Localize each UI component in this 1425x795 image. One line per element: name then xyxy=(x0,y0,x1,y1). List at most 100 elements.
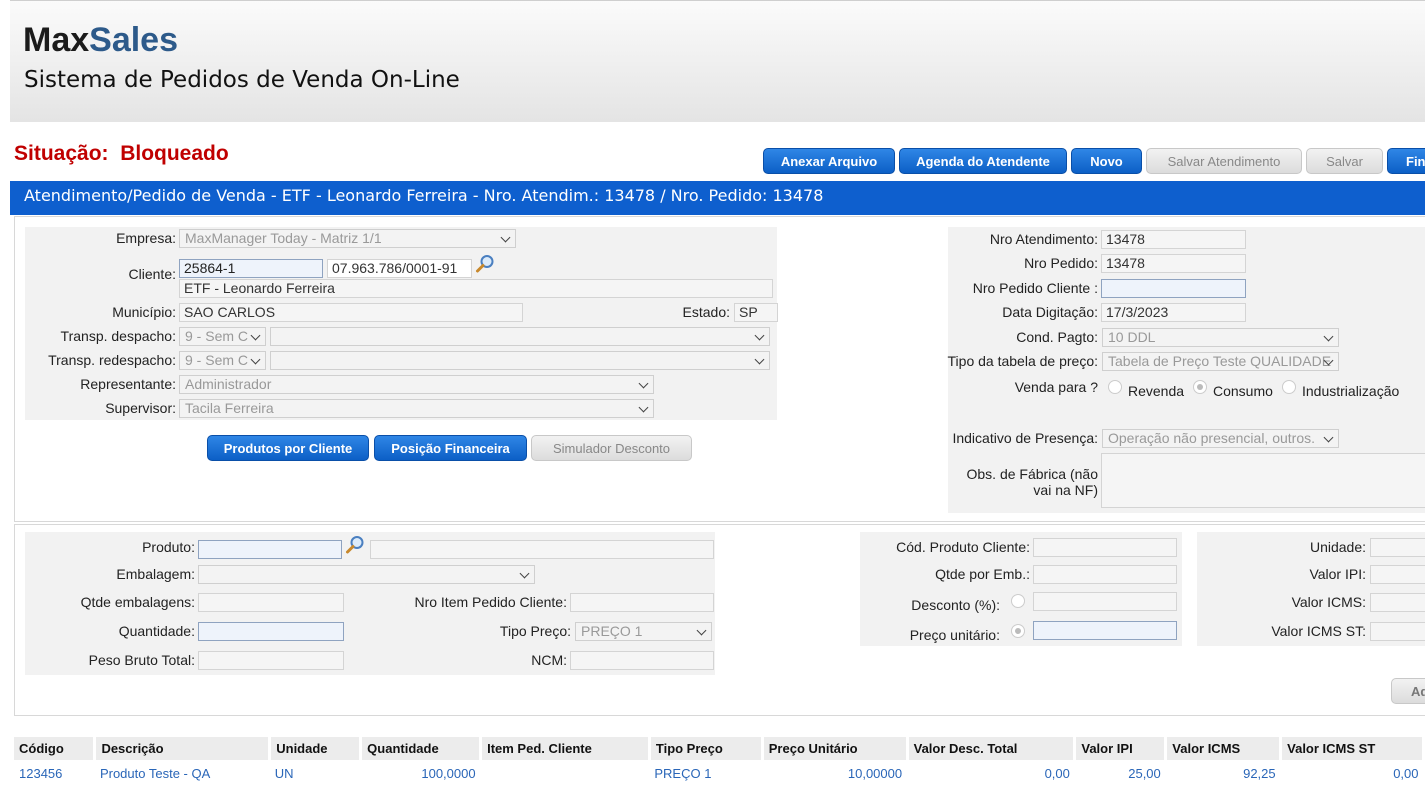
agenda-atendente-button[interactable]: Agenda do Atendente xyxy=(899,148,1067,174)
indicativo-presenca-label: Indicativo de Presença: xyxy=(952,430,1098,446)
col-header-valor-desc-total[interactable]: Valor Desc. Total xyxy=(907,737,1077,760)
search-product-icon[interactable] xyxy=(345,535,365,555)
cell-tipo-preco: PREÇO 1 xyxy=(654,765,712,781)
col-header-item-ped-cliente[interactable]: Item Ped. Cliente xyxy=(480,737,651,760)
revenda-radio[interactable] xyxy=(1108,380,1122,394)
tipo-preco-label: Tipo Preço: xyxy=(499,623,571,639)
estado-label: Estado: xyxy=(682,304,730,320)
cliente-code-input[interactable]: 25864-1 xyxy=(179,259,323,278)
maxsales-logo: MaxSales xyxy=(23,21,178,59)
valor-ipi-field xyxy=(1370,565,1425,584)
nro-item-pedido-cliente-field[interactable] xyxy=(570,593,714,612)
col-header-valor-ipi[interactable]: Valor IPI xyxy=(1074,737,1168,760)
preco-unitario-input[interactable] xyxy=(1033,621,1177,640)
col-header-quantidade[interactable]: Quantidade xyxy=(360,737,483,760)
col-header-preco-unitario[interactable]: Preço Unitário xyxy=(762,737,909,760)
unidade-label: Unidade: xyxy=(1309,539,1366,555)
cell-item-ped-cliente xyxy=(481,760,650,786)
page-title: Atendimento/Pedido de Venda - ETF - Leon… xyxy=(10,181,1425,215)
qtde-embalagens-label: Qtde embalagens: xyxy=(80,594,195,610)
produto-label: Produto: xyxy=(142,539,195,555)
qtde-por-emb-label: Qtde por Emb.: xyxy=(935,566,1030,582)
col-header-unidade[interactable]: Unidade xyxy=(269,737,363,760)
quantidade-input[interactable] xyxy=(198,622,344,641)
indicativo-presenca-select[interactable]: Operação não presencial, outros. xyxy=(1102,429,1339,448)
desconto-field[interactable] xyxy=(1033,592,1177,611)
obs-fabrica-textarea[interactable] xyxy=(1101,453,1425,508)
valor-icms-st-label: Valor ICMS ST: xyxy=(1271,623,1366,639)
desconto-label: Desconto (%): xyxy=(911,597,1000,613)
cliente-name-field: ETF - Leonardo Ferreira xyxy=(179,279,773,298)
municipio-field: SAO CARLOS xyxy=(179,303,523,322)
cell-valor-icms-st: 0,00 xyxy=(1393,765,1419,781)
unidade-field xyxy=(1370,538,1425,557)
supervisor-select[interactable]: Tacila Ferreira xyxy=(179,399,654,418)
status-line: Situação: Bloqueado xyxy=(14,142,229,166)
novo-button[interactable]: Novo xyxy=(1071,148,1142,174)
data-digitacao-field: 17/3/2023 xyxy=(1101,303,1246,322)
ncm-field xyxy=(570,651,714,670)
industrializacao-label: Industrialização xyxy=(1302,383,1400,399)
municipio-label: Município: xyxy=(112,304,176,320)
representante-select[interactable]: Administrador xyxy=(179,375,654,394)
cod-produto-cliente-label: Cód. Produto Cliente: xyxy=(896,539,1030,555)
peso-bruto-field xyxy=(198,651,344,670)
qtde-embalagens-field xyxy=(198,593,344,612)
col-header-valor-icms[interactable]: Valor ICMS xyxy=(1165,737,1283,760)
nro-pedido-label: Nro Pedido: xyxy=(1024,255,1098,271)
col-header-codigo[interactable]: Código xyxy=(14,737,97,760)
anexar-arquivo-button[interactable]: Anexar Arquivo xyxy=(763,148,895,174)
desconto-radio[interactable] xyxy=(1011,594,1025,608)
estado-field: SP xyxy=(734,303,778,322)
nro-atendimento-field: 13478 xyxy=(1101,230,1246,249)
venda-para-label: Venda para ? xyxy=(1014,379,1098,395)
cell-quantidade: 100,0000 xyxy=(421,765,476,781)
table-row[interactable]: 123456 Produto Teste - QA UN 100,0000 PR… xyxy=(14,760,1424,786)
adicionar-item-button[interactable]: Ad xyxy=(1391,678,1425,704)
produto-input[interactable] xyxy=(198,540,342,559)
transp-redespacho-select[interactable]: 9 - Sem C xyxy=(179,351,266,370)
cell-descricao[interactable]: Produto Teste - QA xyxy=(95,760,270,786)
finalizar-button[interactable]: Fin xyxy=(1387,148,1425,174)
cell-valor-icms: 92,25 xyxy=(1243,765,1276,781)
cell-preco-unitario: 10,00000 xyxy=(847,765,903,781)
valor-ipi-label: Valor IPI: xyxy=(1309,566,1366,582)
transp-despacho-name-select[interactable] xyxy=(270,327,770,346)
col-header-valor-icms-st[interactable]: Valor ICMS ST xyxy=(1280,737,1425,760)
quantidade-label: Quantidade: xyxy=(118,623,195,639)
embalagem-label: Embalagem: xyxy=(116,566,195,582)
qtde-por-emb-field xyxy=(1033,565,1177,584)
cond-pagto-select[interactable]: 10 DDL xyxy=(1102,328,1339,347)
col-header-tipo-preco[interactable]: Tipo Preço xyxy=(649,737,764,760)
posicao-financeira-button[interactable]: Posição Financeira xyxy=(374,435,527,461)
consumo-label: Consumo xyxy=(1213,383,1273,399)
supervisor-label: Supervisor: xyxy=(105,400,176,416)
col-header-descricao[interactable]: Descrição xyxy=(94,737,272,760)
cell-codigo[interactable]: 123456 xyxy=(14,760,95,786)
transp-despacho-select[interactable]: 9 - Sem C xyxy=(179,327,266,346)
simulador-desconto-button[interactable]: Simulador Desconto xyxy=(531,435,692,461)
tipo-tabela-label: Tipo da tabela de preço: xyxy=(947,353,1098,369)
tipo-tabela-select[interactable]: Tabela de Preço Teste QUALIDADE xyxy=(1102,352,1339,371)
app-subtitle: Sistema de Pedidos de Venda On-Line xyxy=(24,67,460,93)
embalagem-select[interactable] xyxy=(198,565,535,584)
tipo-preco-select[interactable]: PREÇO 1 xyxy=(575,622,712,641)
empresa-select[interactable]: MaxManager Today - Matriz 1/1 xyxy=(179,229,516,248)
produto-desc-field xyxy=(370,540,714,559)
peso-bruto-label: Peso Bruto Total: xyxy=(88,652,195,668)
transp-redespacho-name-select[interactable] xyxy=(270,351,770,370)
revenda-label: Revenda xyxy=(1128,383,1185,399)
search-client-icon[interactable] xyxy=(475,254,495,274)
consumo-radio[interactable] xyxy=(1193,380,1207,394)
produtos-por-cliente-button[interactable]: Produtos por Cliente xyxy=(207,435,369,461)
preco-unitario-radio[interactable] xyxy=(1011,624,1025,638)
industrializacao-radio[interactable] xyxy=(1282,380,1296,394)
salvar-button[interactable]: Salvar xyxy=(1306,148,1383,174)
transp-redespacho-label: Transp. redespacho: xyxy=(48,352,176,368)
nro-pedido-cliente-input[interactable] xyxy=(1101,279,1246,298)
cliente-label: Cliente: xyxy=(128,266,176,282)
empresa-label: Empresa: xyxy=(116,230,176,246)
obs-fabrica-label: Obs. de Fábrica (não vai na NF) xyxy=(966,466,1098,498)
salvar-atendimento-button[interactable]: Salvar Atendimento xyxy=(1146,148,1302,174)
cliente-cnpj-input[interactable]: 07.963.786/0001-91 xyxy=(327,259,472,278)
